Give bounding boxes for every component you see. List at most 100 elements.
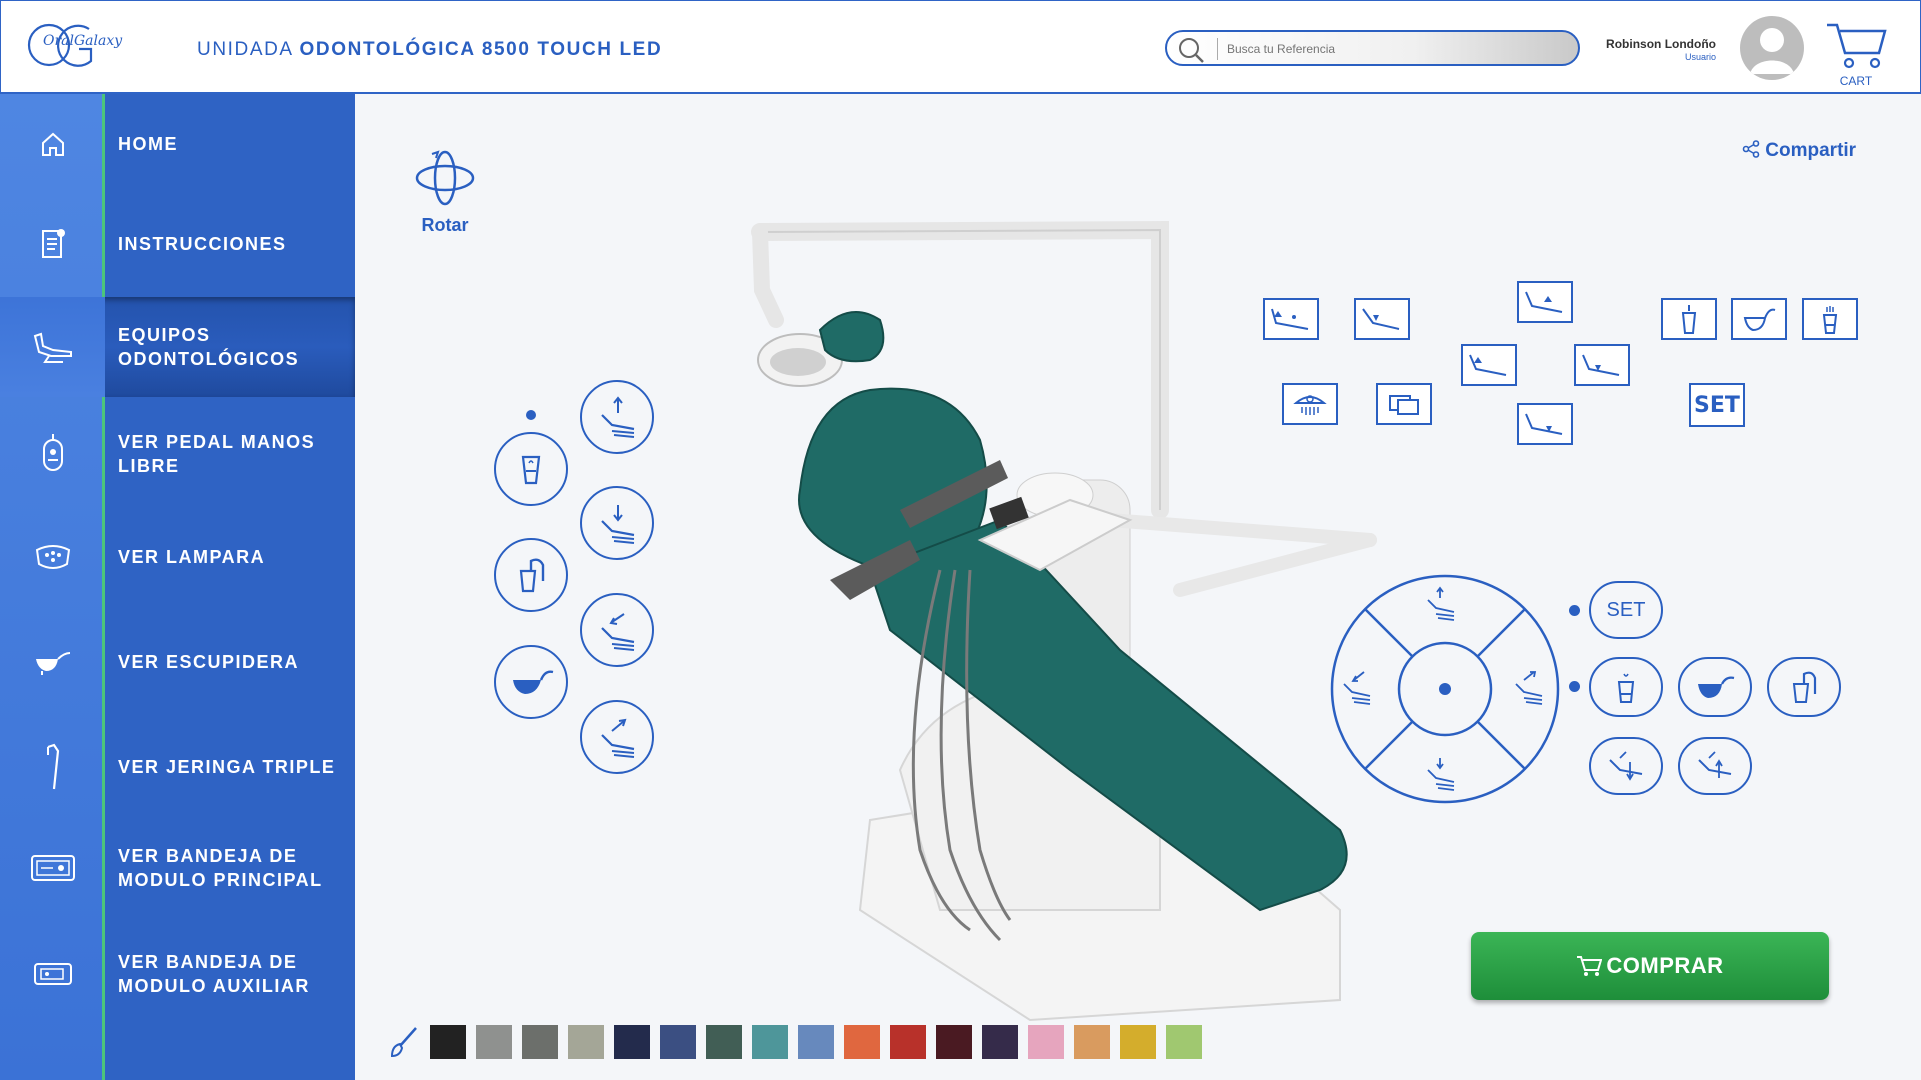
color-swatch[interactable]: [798, 1025, 834, 1059]
color-swatch[interactable]: [660, 1025, 696, 1059]
cart-button[interactable]: CART: [1823, 21, 1889, 88]
page-title: UNIDADA ODONTOLÓGICA 8500 TOUCH LED: [197, 39, 663, 60]
indicator-dot: [1569, 605, 1580, 616]
logo-wordmark: OralGalaxy: [43, 33, 123, 49]
bowl-square-button[interactable]: [1731, 298, 1787, 340]
color-swatch[interactable]: [522, 1025, 558, 1059]
share-button[interactable]: Compartir: [1742, 140, 1856, 162]
lamp-icon: [1293, 395, 1327, 415]
cup-round-button[interactable]: [1589, 657, 1663, 717]
tilt-down-round-button[interactable]: [1589, 737, 1663, 795]
rotate-icon: [415, 150, 475, 206]
color-swatch[interactable]: [568, 1025, 604, 1059]
color-swatch[interactable]: [890, 1025, 926, 1059]
monitor-icon: [1389, 395, 1419, 415]
main-tray-icon: [30, 855, 75, 881]
sidebar-item-escupidera[interactable]: VER ESCUPIDERA: [0, 612, 355, 712]
bowl-round-button[interactable]: [1678, 657, 1752, 717]
pedal-icon: [42, 434, 63, 471]
share-icon: [1742, 140, 1760, 158]
position-up-button[interactable]: [1517, 281, 1573, 323]
chair-position-icon: [1362, 308, 1400, 330]
sidebar-item-label: EQUIPOS ODONTOLÓGICOS: [118, 325, 300, 369]
chair-tilt-icon: [1698, 751, 1732, 778]
color-swatch[interactable]: [1028, 1025, 1064, 1059]
spittoon-icon: [1698, 676, 1735, 698]
cart-icon: [1577, 956, 1603, 976]
backrest-back-button[interactable]: [580, 593, 654, 667]
color-swatch[interactable]: [844, 1025, 880, 1059]
color-swatch[interactable]: [1120, 1025, 1156, 1059]
sidebar-item-equipos[interactable]: EQUIPOS ODONTOLÓGICOS: [0, 297, 355, 397]
document-icon: [41, 229, 65, 258]
cart-label: CART: [1839, 74, 1873, 88]
color-swatch[interactable]: [614, 1025, 650, 1059]
sidebar-item-label: VER LAMPARA: [118, 547, 266, 567]
buy-label: COMPRAR: [1606, 953, 1724, 978]
cart-icon: [1827, 23, 1887, 69]
sidebar-item-lampara[interactable]: VER LAMPARA: [0, 507, 355, 607]
color-swatch[interactable]: [1074, 1025, 1110, 1059]
sidebar-item-jeringa[interactable]: VER JERINGA TRIPLE: [0, 717, 355, 817]
tilt-up-round-button[interactable]: [1678, 737, 1752, 795]
search-bar[interactable]: [1165, 30, 1580, 66]
search-icon[interactable]: [1177, 36, 1205, 64]
chair-up-button[interactable]: [580, 380, 654, 454]
color-swatch[interactable]: [982, 1025, 1018, 1059]
user-role: Usuario: [1684, 52, 1716, 62]
cup-fill-square-button[interactable]: [1802, 298, 1858, 340]
screen-toggle-button[interactable]: [1376, 383, 1432, 425]
backrest-recline-icon: [601, 613, 635, 651]
chair-position-icon: [1525, 413, 1563, 435]
position-preset-1-button[interactable]: [1263, 298, 1319, 340]
cup-faucet-button[interactable]: [494, 538, 568, 612]
sidebar-item-label: VER BANDEJA DE MODULO AUXILIAR: [118, 952, 310, 996]
syringe-icon: [46, 743, 59, 790]
sidebar-item-pedal[interactable]: VER PEDAL MANOS LIBRE: [0, 404, 355, 504]
color-swatch[interactable]: [476, 1025, 512, 1059]
user-info: Robinson Londoño Usuario: [1606, 37, 1716, 62]
sidebar-item-instrucciones[interactable]: INSTRUCCIONES: [0, 194, 355, 294]
cup-fill-icon: [1822, 306, 1838, 334]
buy-button[interactable]: COMPRAR: [1471, 932, 1829, 1000]
cup-square-button[interactable]: [1661, 298, 1717, 340]
chair-position-icon: [1469, 354, 1507, 376]
cup-fill-button[interactable]: [494, 432, 568, 506]
chair-tilt-icon: [1609, 751, 1643, 781]
color-swatch[interactable]: [706, 1025, 742, 1059]
avatar[interactable]: [1740, 16, 1804, 80]
bowl-rinse-button[interactable]: [494, 645, 568, 719]
cup-icon: [1681, 305, 1697, 334]
search-input[interactable]: [1227, 36, 1567, 62]
sidebar-item-home[interactable]: HOME: [0, 94, 355, 194]
position-preset-2-button[interactable]: [1354, 298, 1410, 340]
backrest-forward-button[interactable]: [580, 700, 654, 774]
sidebar-item-bandeja-auxiliar[interactable]: VER BANDEJA DE MODULO AUXILIAR: [0, 924, 355, 1024]
sidebar-item-label: HOME: [118, 134, 178, 154]
color-swatch[interactable]: [430, 1025, 466, 1059]
color-brush-icon: [390, 1027, 417, 1058]
position-right-button[interactable]: [1574, 344, 1630, 386]
rotate-label: Rotar: [421, 215, 469, 235]
position-down-button[interactable]: [1517, 403, 1573, 445]
lamp-toggle-button[interactable]: [1282, 383, 1338, 425]
position-left-button[interactable]: [1461, 344, 1517, 386]
share-label: Compartir: [1765, 140, 1857, 161]
sidebar-item-bandeja-principal[interactable]: VER BANDEJA DE MODULO PRINCIPAL: [0, 818, 355, 918]
set-round-button[interactable]: SET: [1589, 581, 1663, 639]
home-icon: [41, 132, 64, 156]
sidebar-item-label: INSTRUCCIONES: [118, 234, 287, 254]
chair-down-icon: [601, 505, 635, 544]
rotate-button[interactable]: Rotar: [412, 148, 478, 236]
color-swatch[interactable]: [1166, 1025, 1202, 1059]
chair-down-button[interactable]: [580, 486, 654, 560]
faucet-round-button[interactable]: [1767, 657, 1841, 717]
color-swatch[interactable]: [936, 1025, 972, 1059]
set-square-button[interactable]: SET: [1689, 383, 1745, 427]
color-swatch[interactable]: [752, 1025, 788, 1059]
spittoon-icon: [1743, 308, 1776, 332]
aux-tray-icon: [33, 963, 72, 985]
dental-chair-icon: [33, 332, 72, 363]
chair-control-pad[interactable]: [1328, 572, 1562, 806]
spittoon-icon: [35, 652, 70, 675]
